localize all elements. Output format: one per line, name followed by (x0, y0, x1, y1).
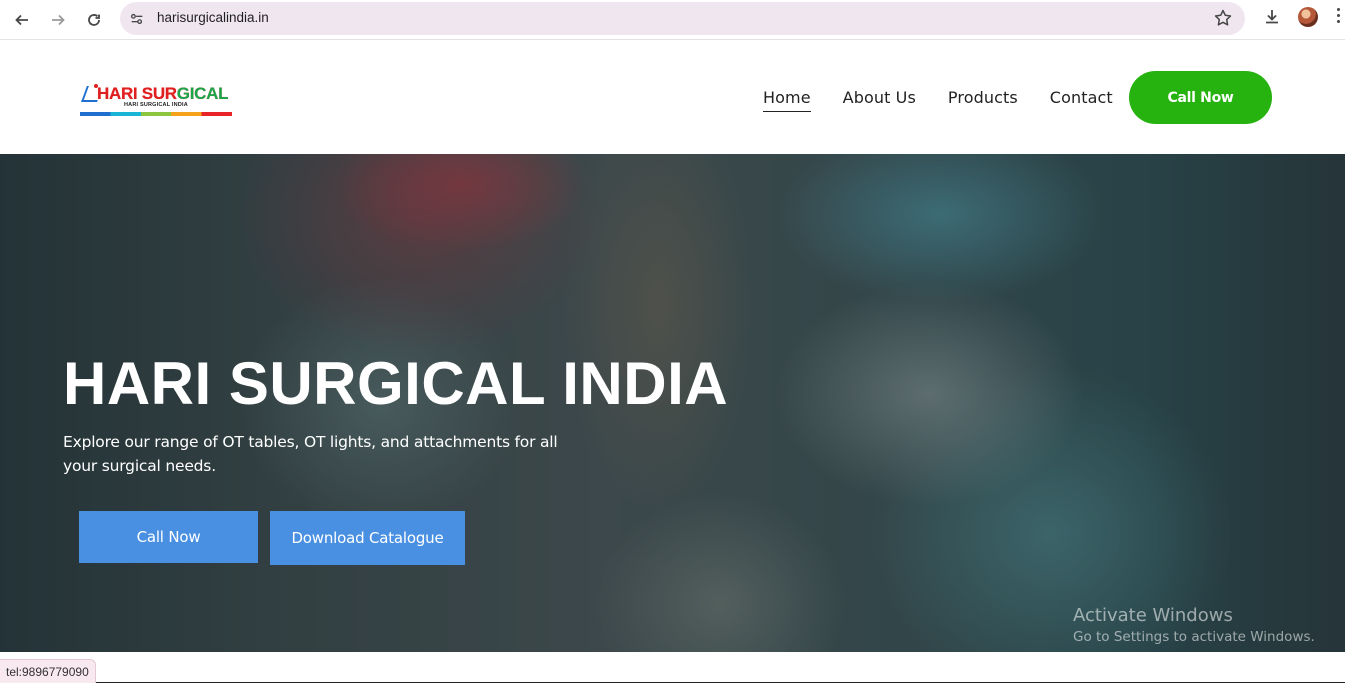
watermark-subtitle: Go to Settings to activate Windows. (1073, 629, 1315, 645)
reload-button[interactable] (78, 4, 110, 36)
address-bar[interactable]: harisurgicalindia.in (120, 2, 1245, 35)
site-settings-icon[interactable] (128, 10, 146, 28)
forward-button[interactable] (42, 4, 74, 36)
bookmark-star-icon[interactable] (1213, 8, 1233, 28)
back-button[interactable] (6, 4, 38, 36)
watermark-title: Activate Windows (1073, 605, 1233, 626)
forward-arrow-icon (52, 14, 65, 26)
back-arrow-icon (15, 14, 28, 26)
kebab-menu-icon[interactable] (1336, 8, 1342, 28)
nav-products[interactable]: Products (948, 88, 1018, 107)
status-bar-link-preview: tel:9896779090 (0, 659, 96, 683)
site-logo[interactable]: HARI SURGICAL HARI SURGICAL INDIA (80, 80, 232, 116)
nav-home[interactable]: Home (763, 88, 811, 112)
browser-toolbar: harisurgicalindia.in (0, 0, 1345, 40)
activate-windows-watermark: Activate Windows Go to Settings to activ… (1073, 605, 1315, 645)
logo-color-stripe (80, 112, 232, 116)
url-text[interactable]: harisurgicalindia.in (157, 10, 269, 25)
nav-about-us[interactable]: About Us (843, 88, 916, 107)
nav-contact[interactable]: Contact (1050, 88, 1113, 107)
hero-call-now-button[interactable]: Call Now (79, 511, 258, 563)
download-icon[interactable] (1262, 7, 1282, 27)
site-header: HARI SURGICAL HARI SURGICAL INDIA Home A… (0, 41, 1345, 154)
profile-avatar[interactable] (1298, 7, 1318, 27)
logo-subtext: HARI SURGICAL INDIA (124, 102, 188, 108)
download-catalogue-button[interactable]: Download Catalogue (270, 511, 465, 565)
hero-banner: HARI SURGICAL INDIA Explore our range of… (0, 154, 1345, 652)
header-call-now-button[interactable]: Call Now (1129, 71, 1272, 124)
main-navigation: Home About Us Products Contact (763, 88, 1145, 112)
hero-description: Explore our range of OT tables, OT light… (63, 433, 558, 475)
page-bottom-strip (0, 652, 1345, 683)
reload-icon (88, 14, 100, 26)
logo-text: HARI SURGICAL (97, 84, 229, 103)
hero-title: HARI SURGICAL INDIA (63, 350, 729, 417)
